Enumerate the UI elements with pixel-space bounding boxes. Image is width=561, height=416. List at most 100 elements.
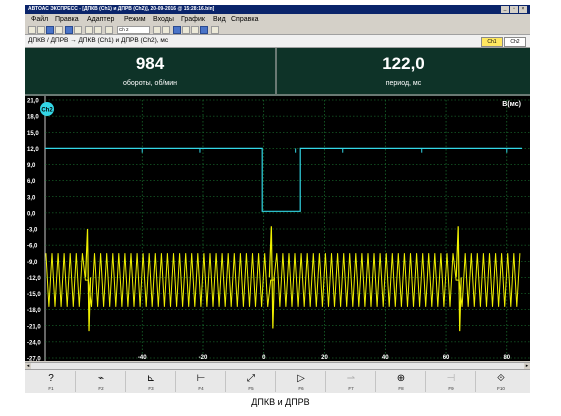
y-tick-label: -18,0 xyxy=(27,308,41,314)
save-icon[interactable] xyxy=(46,26,54,34)
lock-icon[interactable] xyxy=(200,26,208,34)
print-icon[interactable] xyxy=(55,26,63,34)
y-tick-label: 6,0 xyxy=(27,179,36,185)
y-tick-label: -12,0 xyxy=(27,276,41,282)
y-tick-label: 3,0 xyxy=(27,195,36,201)
menu-mode[interactable]: Режим xyxy=(124,15,146,24)
cursor-icon[interactable] xyxy=(182,26,190,34)
rpm-value: 984 xyxy=(135,54,165,73)
f1-label: F1 xyxy=(48,386,54,391)
zoom-in-icon[interactable] xyxy=(153,26,161,34)
scale-icon: ⤢ xyxy=(247,373,255,384)
zoom-out-icon[interactable] xyxy=(162,26,170,34)
readout-panel: 984 обороты, об/мин 122,0 период, мс xyxy=(25,48,530,96)
close-button[interactable]: × xyxy=(519,6,527,13)
f10-button[interactable]: ⟐ F10 xyxy=(477,371,525,392)
f3-button[interactable]: ⊾ F3 xyxy=(127,371,176,392)
f1-help-button[interactable]: ? F1 xyxy=(27,371,76,392)
y-tick-label: -21,0 xyxy=(27,324,41,330)
y-tick-label: 9,0 xyxy=(27,163,36,169)
window-title: АВТОАС ЭКСПРЕСС - [ДПКВ (Ch1) и ДПРВ (Ch… xyxy=(28,6,215,12)
f9-label: F9 xyxy=(448,386,454,391)
f7-label: F7 xyxy=(348,386,354,391)
function-key-bar: ? F1 ⌁ F2 ⊾ F3 ⊢ F4 ⤢ F5 ▷ F6 ⇀ F7 ⊕ F8 xyxy=(25,369,530,393)
menu-file[interactable]: Файл xyxy=(31,15,48,24)
units-label: В(мс) xyxy=(502,101,521,108)
new-file-icon[interactable] xyxy=(28,26,36,34)
redo-icon[interactable] xyxy=(94,26,102,34)
f8-label: F8 xyxy=(398,386,404,391)
f9-button[interactable]: ⊣ F9 xyxy=(427,371,476,392)
y-tick-label: 12,0 xyxy=(27,147,39,153)
y-tick-label: -9,0 xyxy=(27,260,38,266)
tab-ch1[interactable]: Ch1 xyxy=(481,37,503,47)
measure-icon[interactable] xyxy=(191,26,199,34)
channel-badge: Ch2 xyxy=(41,108,53,114)
period-readout: 122,0 период, мс xyxy=(277,48,530,94)
tab-ch2[interactable]: Ch2 xyxy=(504,37,526,47)
maximize-button[interactable]: ▫ xyxy=(510,6,518,13)
menu-inputs[interactable]: Входы xyxy=(153,15,174,24)
f5-label: F5 xyxy=(248,386,254,391)
toolbar: Ch 2 xyxy=(25,25,530,35)
trigger-icon: ⊣ xyxy=(446,373,456,384)
period-value: 122,0 xyxy=(382,54,425,73)
app-window: АВТОАС ЭКСПРЕСС - [ДПКВ (Ch1) и ДПРВ (Ch… xyxy=(25,5,530,393)
horizontal-scrollbar[interactable]: ◂ ▸ xyxy=(25,362,530,369)
channel-select[interactable]: Ch 2 xyxy=(117,26,150,34)
f5-button[interactable]: ⤢ F5 xyxy=(227,371,276,392)
undo-icon[interactable] xyxy=(85,26,93,34)
f8-button[interactable]: ⊕ F8 xyxy=(377,371,426,392)
minimize-button[interactable]: _ xyxy=(501,6,509,13)
menu-edit[interactable]: Правка xyxy=(55,15,79,24)
figure-caption: ДПКВ и ДПРВ xyxy=(251,397,310,407)
f3-label: F3 xyxy=(148,386,154,391)
f2-button[interactable]: ⌁ F2 xyxy=(77,371,126,392)
menu-view[interactable]: Вид xyxy=(213,15,226,24)
exit-icon: ⟐ xyxy=(497,373,505,384)
menu-bar: Файл Правка Адаптер Режим Входы График В… xyxy=(25,14,530,25)
axis-icon: ⊾ xyxy=(146,373,156,384)
open-file-icon[interactable] xyxy=(37,26,45,34)
x-tick-label: 40 xyxy=(382,355,389,361)
x-tick-label: -20 xyxy=(199,355,208,361)
f4-button[interactable]: ⊢ F4 xyxy=(177,371,226,392)
y-tick-label: -3,0 xyxy=(27,228,38,234)
x-tick-label: 80 xyxy=(503,355,510,361)
x-tick-label: 20 xyxy=(321,355,328,361)
play-icon: ▷ xyxy=(297,373,305,384)
f4-label: F4 xyxy=(198,386,204,391)
f10-label: F10 xyxy=(497,386,505,391)
menu-adapter[interactable]: Адаптер xyxy=(87,15,114,24)
info-icon[interactable] xyxy=(211,26,219,34)
channel-icon[interactable] xyxy=(105,26,113,34)
y-tick-label: 18,0 xyxy=(27,115,39,121)
plot-background xyxy=(25,96,530,361)
x-tick-label: 60 xyxy=(443,355,450,361)
f7-button[interactable]: ⇀ F7 xyxy=(327,371,376,392)
y-tick-label: -6,0 xyxy=(27,244,38,250)
marker-icon: ⊢ xyxy=(196,373,206,384)
path-bar: ДПКВ / ДПРВ → ДПКВ (Ch1) и ДПРВ (Ch2), м… xyxy=(25,35,530,48)
stop-icon[interactable] xyxy=(74,26,82,34)
f6-label: F6 xyxy=(298,386,304,391)
oscilloscope-chart[interactable]: 21,0 18,0 15,0 12,0 9,0 6,0 3,0 0,0 -3,0 -6,0 -9,0… xyxy=(25,96,530,361)
rpm-readout: 984 обороты, об/мин xyxy=(25,48,275,94)
help-icon: ? xyxy=(48,373,54,384)
menu-help[interactable]: Справка xyxy=(231,15,258,24)
arrow-icon: ⇀ xyxy=(346,373,356,384)
f6-play-button[interactable]: ▷ F6 xyxy=(277,371,326,392)
y-tick-label: -27,0 xyxy=(27,357,41,362)
crosshair-icon: ⊕ xyxy=(396,373,406,384)
y-tick-label: 21,0 xyxy=(27,99,39,105)
y-tick-label: -15,0 xyxy=(27,292,41,298)
record-icon[interactable] xyxy=(65,26,73,34)
signal-icon: ⌁ xyxy=(97,373,105,384)
title-bar: АВТОАС ЭКСПРЕСС - [ДПКВ (Ch1) и ДПРВ (Ch… xyxy=(25,5,530,14)
grid-icon[interactable] xyxy=(173,26,181,34)
breadcrumb: ДПКВ / ДПРВ → ДПКВ (Ch1) и ДПРВ (Ch2), м… xyxy=(28,37,169,44)
menu-chart[interactable]: График xyxy=(181,15,205,24)
f2-label: F2 xyxy=(98,386,104,391)
period-label: период, мс xyxy=(385,80,422,87)
x-tick-label: -40 xyxy=(138,355,147,361)
